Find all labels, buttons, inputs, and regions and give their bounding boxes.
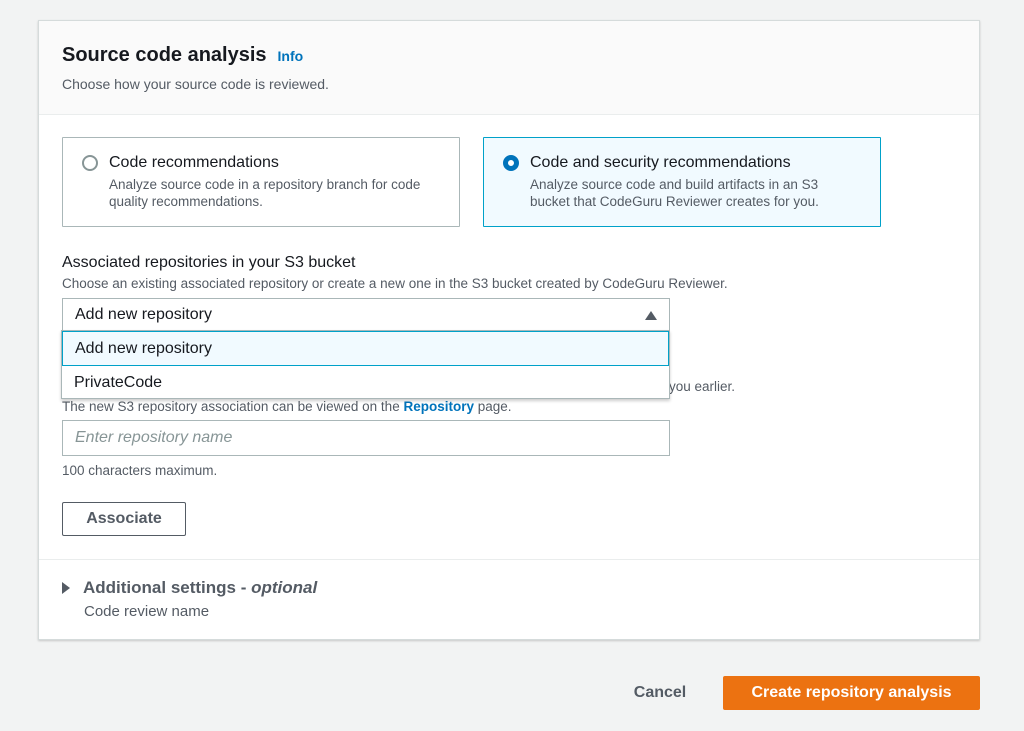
option-title: Code recommendations [109, 154, 279, 171]
option-code-and-security-recommendations[interactable]: Code and security recommendations Analyz… [483, 137, 881, 227]
radio-code-recommendations[interactable] [82, 155, 98, 171]
section-title: Source code analysis [62, 44, 267, 66]
option-code-recommendations[interactable]: Code recommendations Analyze source code… [62, 137, 460, 227]
associate-button[interactable]: Associate [62, 502, 186, 536]
additional-settings-toggle[interactable]: Additional settings - optional [62, 578, 317, 598]
cancel-button[interactable]: Cancel [622, 678, 698, 708]
divider [39, 559, 979, 560]
option-description: Analyze source code in a repository bran… [109, 177, 421, 209]
repository-name-input[interactable] [62, 420, 670, 456]
partially-hidden-description: you earlier. [669, 379, 736, 394]
repository-field-label: Associated repositories in your S3 bucke… [62, 254, 356, 271]
repository-select-value: Add new repository [75, 306, 212, 323]
repository-name-constraint: 100 characters maximum. [62, 463, 218, 478]
repository-association-note: The new S3 repository association can be… [62, 399, 512, 414]
caret-right-icon [62, 582, 70, 594]
info-link[interactable]: Info [278, 48, 304, 64]
option-title: Code and security recommendations [530, 154, 791, 171]
option-description: Analyze source code and build artifacts … [530, 177, 819, 209]
dropdown-option-privatecode[interactable]: PrivateCode [62, 366, 669, 400]
repository-page-link[interactable]: Repository [403, 399, 474, 414]
repository-dropdown-list: Add new repository PrivateCode [61, 330, 670, 399]
repository-select[interactable]: Add new repository [62, 298, 670, 332]
create-repository-analysis-button[interactable]: Create repository analysis [723, 676, 980, 710]
additional-settings-title: Additional settings - optional [83, 578, 318, 597]
panel-header: Source code analysis Info Choose how you… [39, 21, 979, 115]
radio-code-and-security-recommendations[interactable] [503, 155, 519, 171]
dropdown-option-add-new-repository[interactable]: Add new repository [62, 331, 669, 366]
section-subtitle: Choose how your source code is reviewed. [62, 76, 329, 92]
additional-settings-subtitle: Code review name [84, 603, 210, 620]
repository-field-description: Choose an existing associated repository… [62, 276, 728, 291]
caret-up-icon [645, 310, 657, 320]
